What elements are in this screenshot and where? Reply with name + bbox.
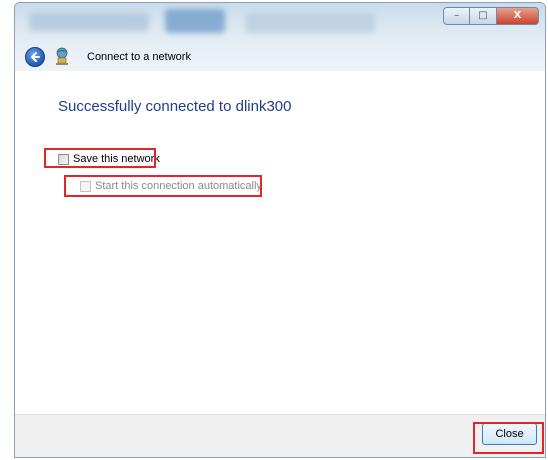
window-controls: – □ X — [443, 7, 539, 25]
start-automatically-option: Start this connection automatically — [80, 180, 262, 192]
page-title: Connect to a network — [87, 51, 191, 63]
window-close-button[interactable]: X — [497, 7, 539, 25]
title-bar: – □ X Connect to a network — [15, 3, 545, 71]
start-automatically-label: Start this connection automatically — [95, 180, 262, 192]
maximize-button[interactable]: □ — [470, 7, 497, 25]
minimize-button[interactable]: – — [443, 7, 470, 25]
connect-network-window: – □ X Connect to a network Successfully … — [14, 2, 546, 458]
save-network-label: Save this network — [73, 153, 160, 165]
save-network-checkbox[interactable] — [58, 153, 69, 165]
start-automatically-checkbox — [80, 180, 91, 192]
save-network-option[interactable]: Save this network — [58, 153, 160, 165]
blurred-background — [29, 13, 149, 31]
back-arrow-icon — [31, 52, 40, 62]
success-message: Successfully connected to dlink300 — [58, 98, 292, 115]
close-button[interactable]: Close — [482, 423, 537, 445]
footer-bar: Close — [15, 414, 545, 457]
blurred-background — [245, 13, 375, 33]
blurred-background — [165, 9, 225, 33]
back-button[interactable] — [25, 47, 45, 67]
network-icon — [56, 47, 68, 65]
